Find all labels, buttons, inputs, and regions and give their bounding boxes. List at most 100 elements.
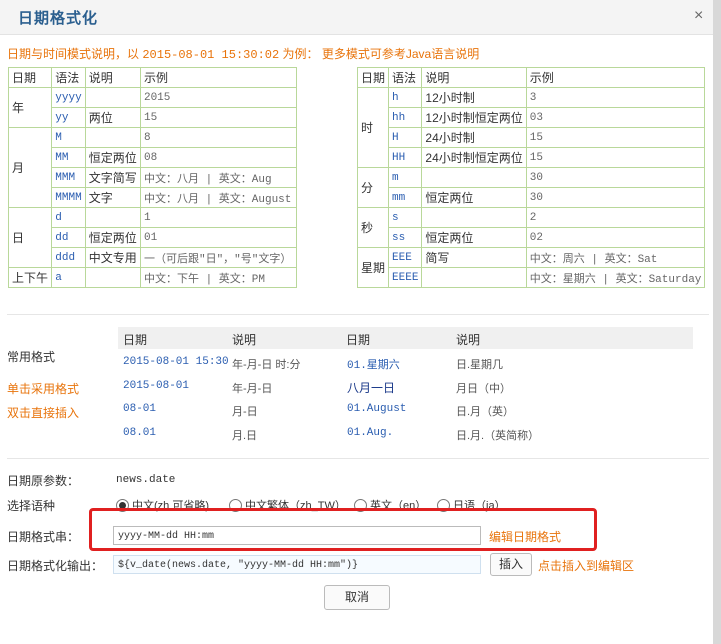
desc-cell xyxy=(84,207,141,228)
common-format-option[interactable]: 八月一日 xyxy=(347,379,395,396)
common-format-desc: 月日（中） xyxy=(456,383,511,395)
desc-cell: 恒定两位 xyxy=(421,227,527,248)
common-format-desc: 月-日 xyxy=(232,406,258,418)
code-cell: h xyxy=(388,87,423,108)
dialog-title: 日期格式化 xyxy=(18,10,99,27)
cancel-button[interactable]: 取消 xyxy=(324,585,390,610)
code-cell: dd xyxy=(51,227,86,248)
code-cell: EEE xyxy=(388,247,423,268)
common-format-desc: 年-月-日 时:分 xyxy=(232,359,301,371)
group-cell: 时 xyxy=(356,87,390,168)
code-cell: ddd xyxy=(51,247,86,268)
col-header: 日期 xyxy=(7,67,53,88)
format-string-label: 日期格式串： xyxy=(7,530,80,544)
code-cell: mm xyxy=(388,187,423,208)
example-cell: 一（可后跟"日"，"号"文字） xyxy=(139,247,298,268)
common-format-desc: 日.月（英） xyxy=(456,406,515,418)
desc-cell xyxy=(421,207,527,228)
common-format-label: 常用格式 xyxy=(7,350,56,364)
insert-button[interactable]: 插入 xyxy=(490,553,532,576)
example-cell: 02 xyxy=(525,227,706,248)
code-cell: m xyxy=(388,167,423,188)
common-format-option[interactable]: 01.Aug. xyxy=(347,427,393,439)
desc-cell: 文字 xyxy=(84,187,141,208)
example-cell: 1 xyxy=(139,207,298,228)
common-format-option[interactable]: 2015-08-01 15:30 xyxy=(123,356,229,368)
code-cell: a xyxy=(51,267,86,288)
hint-prefix: 日期与时间模式说明，以 xyxy=(7,47,143,61)
hint-more-link[interactable]: 更多模式可参考Java语言说明 xyxy=(319,47,479,61)
col-header: 示例 xyxy=(525,67,706,88)
desc-cell xyxy=(421,167,527,188)
code-cell: ss xyxy=(388,227,423,248)
hint-example: 2015-08-01 15:30:02 xyxy=(142,48,280,62)
col-header: 语法 xyxy=(388,67,423,88)
desc-cell: 中文专用 xyxy=(84,247,141,268)
example-cell: 03 xyxy=(525,107,706,128)
common-format-option[interactable]: 08-01 xyxy=(123,403,156,415)
format-output-field[interactable]: ${v_date(news.date, "yyyy-MM-dd HH:mm")} xyxy=(113,555,481,574)
divider xyxy=(7,314,709,315)
code-cell: HH xyxy=(388,147,423,168)
param-label: 日期原参数： xyxy=(7,474,80,488)
group-cell: 分 xyxy=(356,167,390,208)
desc-cell: 12小时制 xyxy=(421,87,527,108)
desc-cell xyxy=(84,267,141,288)
common-format-header: 日期 说明 日期 说明 xyxy=(118,327,693,349)
common-format-desc: 日.星期几 xyxy=(456,359,504,371)
code-cell: MMM xyxy=(51,167,86,188)
common-format-option[interactable]: 01.星期六 xyxy=(347,356,400,372)
code-cell: yy xyxy=(51,107,86,128)
pattern-hint: 日期与时间模式说明，以 2015-08-01 15:30:02 为例： 更多模式… xyxy=(7,45,479,62)
desc-cell: 12小时制恒定两位 xyxy=(421,107,527,128)
common-header-date: 日期 xyxy=(123,333,148,347)
desc-cell: 恒定两位 xyxy=(84,227,141,248)
example-cell: 8 xyxy=(139,127,298,148)
common-format-option[interactable]: 08.01 xyxy=(123,427,156,439)
hint-suffix: 为例： xyxy=(279,47,319,61)
example-cell: 15 xyxy=(525,127,706,148)
common-format-option[interactable]: 01.August xyxy=(347,403,406,415)
example-cell: 01 xyxy=(139,227,298,248)
code-cell: d xyxy=(51,207,86,228)
col-header: 语法 xyxy=(51,67,86,88)
group-cell: 上下午 xyxy=(7,267,53,288)
desc-cell: 24小时制 xyxy=(421,127,527,148)
example-cell: 中文：下午 | 英文：PM xyxy=(139,267,298,288)
right-pattern-table: 日期 语法 说明 示例 时 h 12小时制 3 hh 12小时制恒定两位 03 … xyxy=(356,67,706,288)
col-header: 说明 xyxy=(421,67,527,88)
dblclick-to-insert-label: 双击直接插入 xyxy=(7,406,80,420)
code-cell: MM xyxy=(51,147,86,168)
close-icon[interactable]: × xyxy=(694,7,703,25)
common-header-date: 日期 xyxy=(346,333,371,347)
desc-cell: 24小时制恒定两位 xyxy=(421,147,527,168)
example-cell: 中文：星期六 | 英文：Saturday xyxy=(525,267,706,288)
group-cell: 月 xyxy=(7,127,53,208)
example-cell: 08 xyxy=(139,147,298,168)
common-format-desc: 年-月-日 xyxy=(232,383,273,395)
common-format-desc: 月.日 xyxy=(232,430,258,442)
insert-hint-link[interactable]: 点击插入到编辑区 xyxy=(538,557,634,574)
dialog-titlebar: 日期格式化 × xyxy=(0,0,713,35)
example-cell: 15 xyxy=(525,147,706,168)
group-cell: 年 xyxy=(7,87,53,128)
example-cell: 30 xyxy=(525,167,706,188)
code-cell: EEEE xyxy=(388,267,423,288)
common-header-desc: 说明 xyxy=(456,333,481,347)
desc-cell: 文字简写 xyxy=(84,167,141,188)
background-window-edge xyxy=(713,0,721,644)
desc-cell: 恒定两位 xyxy=(84,147,141,168)
col-header: 示例 xyxy=(139,67,298,88)
desc-cell xyxy=(84,87,141,108)
date-format-dialog: 日期格式化 × 日期与时间模式说明，以 2015-08-01 15:30:02 … xyxy=(0,0,714,644)
common-format-desc: 日.月.（英简称） xyxy=(456,430,540,442)
common-format-option[interactable]: 2015-08-01 xyxy=(123,380,189,392)
code-cell: yyyy xyxy=(51,87,86,108)
desc-cell: 两位 xyxy=(84,107,141,128)
divider xyxy=(7,458,709,459)
desc-cell: 简写 xyxy=(421,247,527,268)
param-value: news.date xyxy=(116,474,176,486)
example-cell: 15 xyxy=(139,107,298,128)
example-cell: 2015 xyxy=(139,87,298,108)
highlight-box xyxy=(89,508,597,551)
